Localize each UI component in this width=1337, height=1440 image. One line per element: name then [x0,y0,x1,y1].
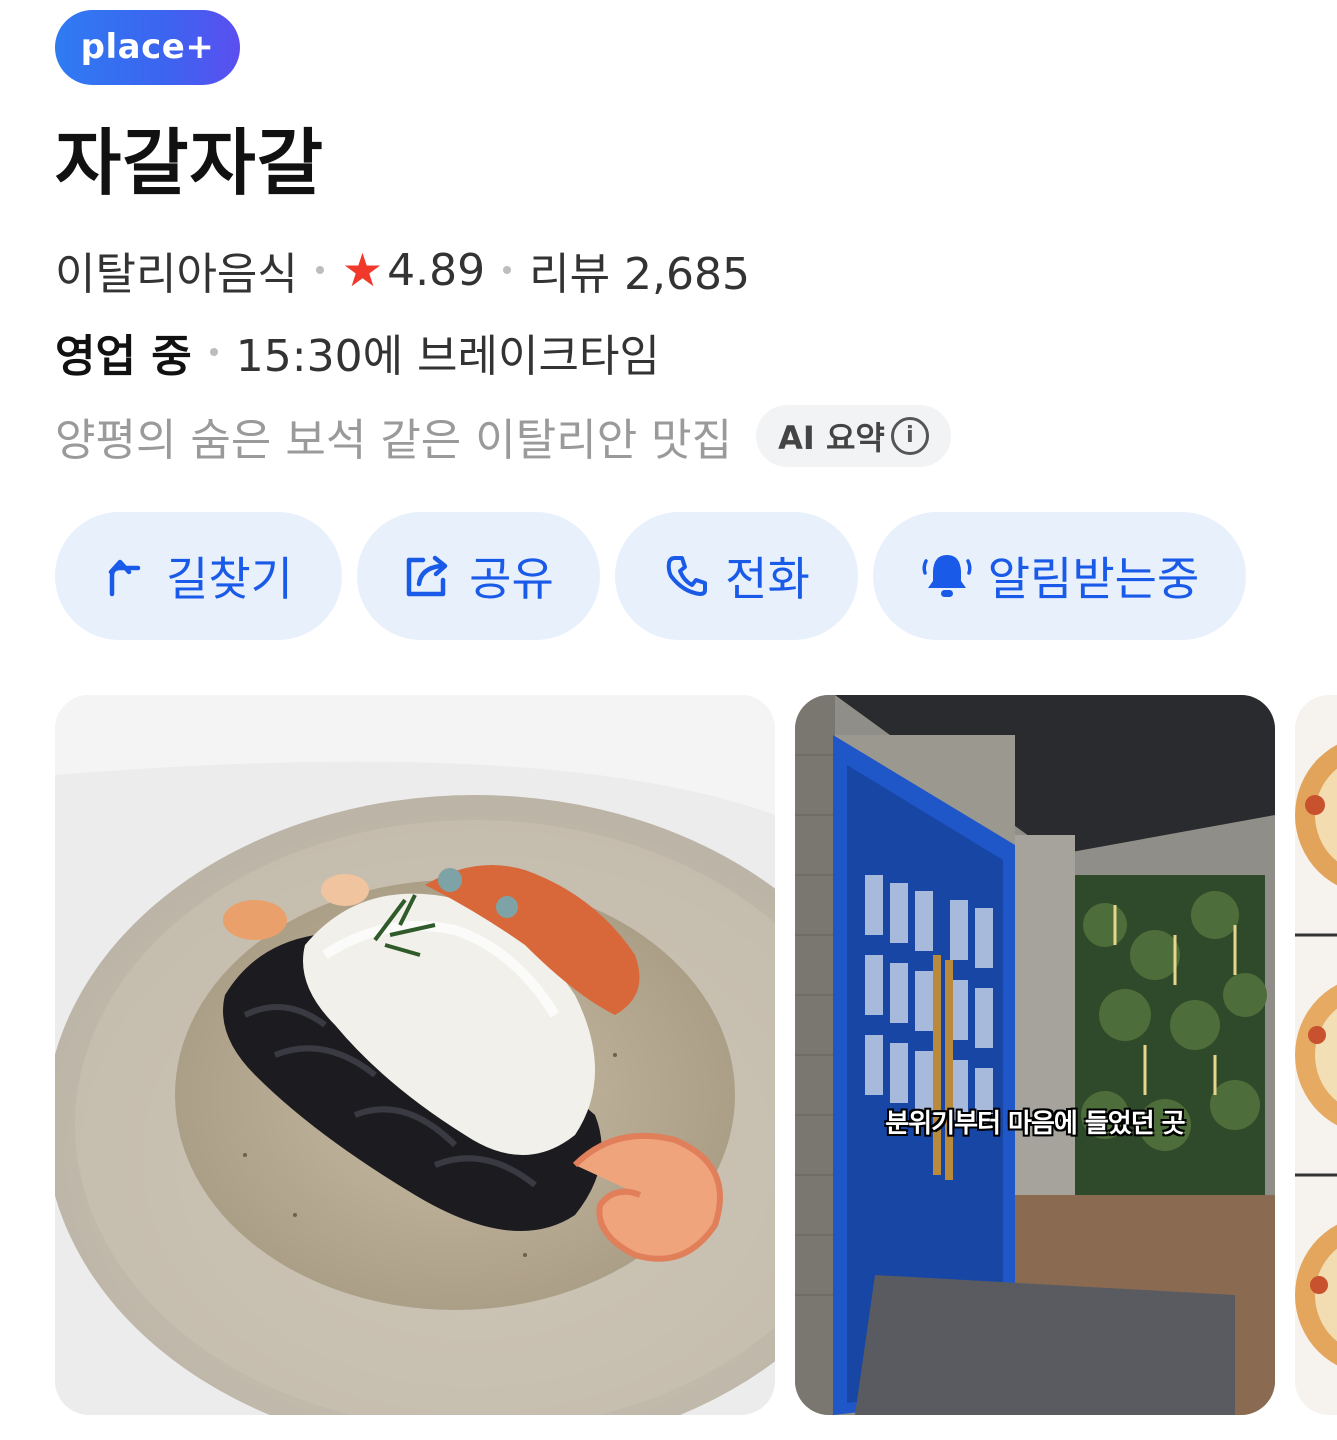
notification-label: 알림받는중 [987,552,1200,606]
review-count-link[interactable]: 리뷰 2,685 [529,238,750,302]
share-button[interactable]: 공유 [357,512,600,640]
place-meta-row: 이탈리아음식 ★ 4.89 리뷰 2,685 [55,240,750,300]
business-hours-row[interactable]: 영업 중 15:30에 브레이크타임 [55,322,660,382]
directions-arrow-icon [104,552,152,600]
directions-label: 길찾기 [166,552,293,606]
separator-dot [315,266,324,274]
photo-caption: 분위기부터 마음에 들었던 곳 [885,1109,1185,1139]
ai-summary-row: 양평의 숨은 보석 같은 이탈리안 맛집 AI 요약 i [55,405,951,467]
pasta-photo-image [55,695,775,1415]
rating-value[interactable]: 4.89 [387,245,485,296]
star-icon: ★ [341,243,384,297]
phone-icon [663,552,711,600]
gallery-photo-pizza[interactable] [1295,695,1337,1415]
photo-gallery[interactable]: 분위기부터 마음에 들었던 곳 [0,695,1337,1415]
open-status: 영업 중 [55,331,192,382]
directions-button[interactable]: 길찾기 [55,512,342,640]
separator-dot [209,348,218,356]
ai-summary-chip[interactable]: AI 요약 i [756,405,951,467]
entrance-photo-image [795,695,1275,1415]
place-plus-badge: place+ [55,10,240,85]
ai-summary-label: AI 요약 [778,419,885,457]
notification-button[interactable]: 알림받는중 [873,512,1246,640]
pizza-photo-image [1295,695,1337,1415]
info-icon[interactable]: i [890,417,929,455]
gallery-photo-pasta[interactable] [55,695,775,1415]
call-button[interactable]: 전화 [615,512,858,640]
bell-icon [920,551,974,601]
place-name: 자갈자갈 [55,121,324,205]
summary-text: 양평의 숨은 보석 같은 이탈리안 맛집 [55,415,733,466]
share-label: 공유 [469,552,554,606]
gallery-photo-entrance[interactable]: 분위기부터 마음에 들었던 곳 [795,695,1275,1415]
separator-dot [503,266,512,274]
share-icon [403,552,455,600]
break-time-note: 15:30에 브레이크타임 [235,331,660,382]
call-label: 전화 [725,552,810,606]
place-detail-page: place+ 자갈자갈 이탈리아음식 ★ 4.89 리뷰 2,685 영업 중 … [0,0,1337,1440]
category-label[interactable]: 이탈리아음식 [55,238,298,302]
